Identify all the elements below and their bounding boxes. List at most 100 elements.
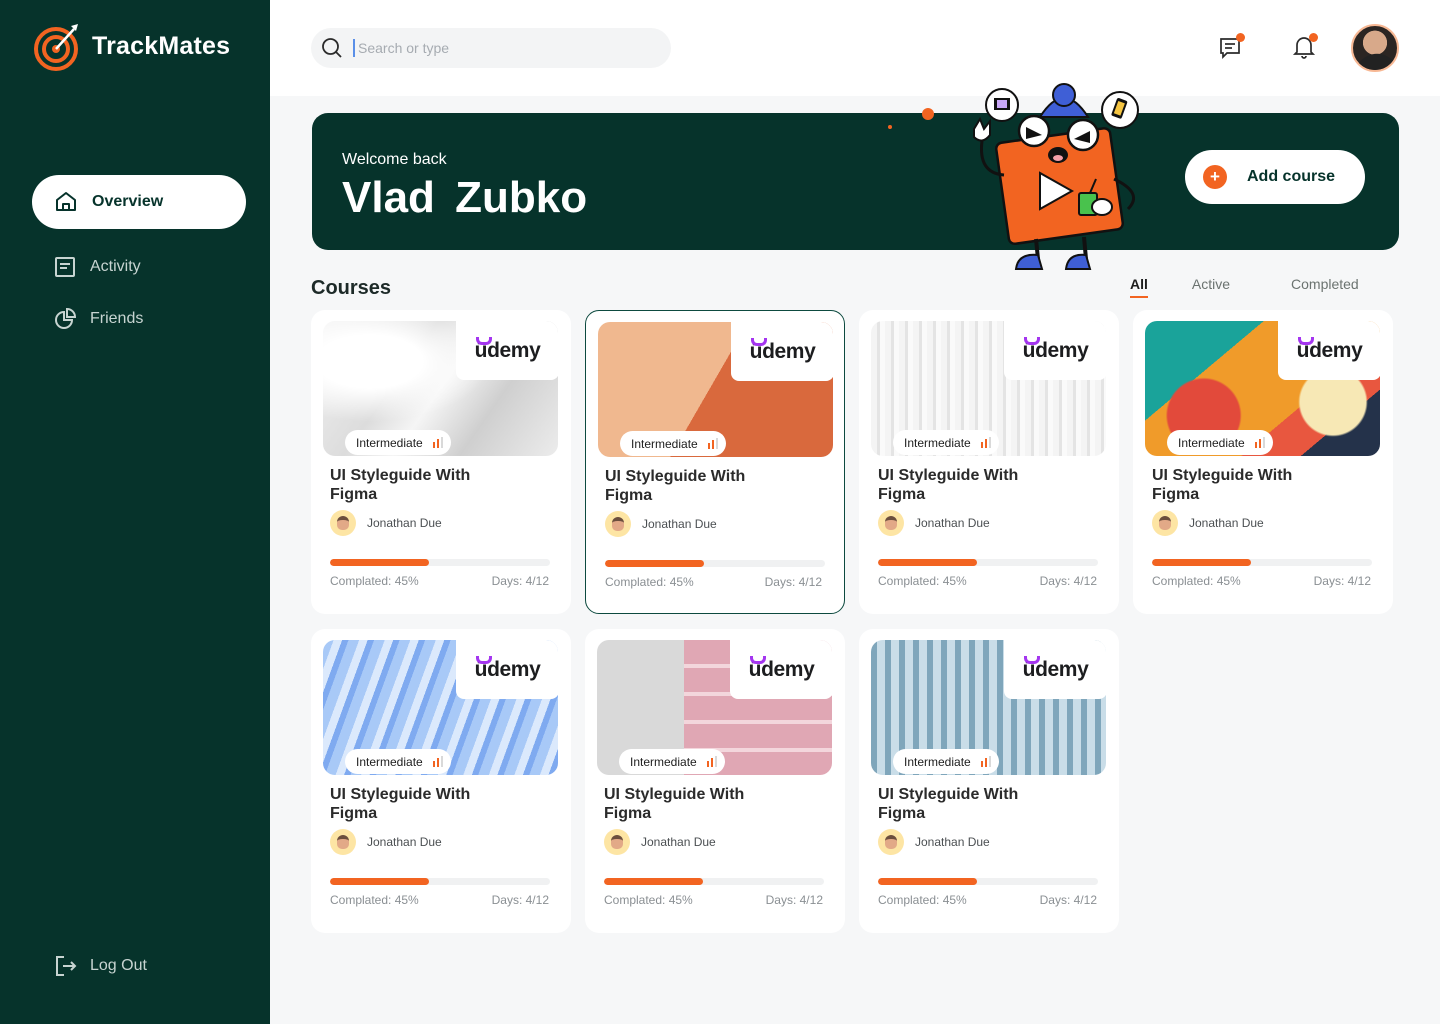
provider-logo: ūdemy — [1004, 640, 1106, 699]
progress-bar — [878, 559, 1098, 566]
author-avatar — [330, 510, 356, 536]
course-card[interactable]: ūdemy Intermediate UI Styleguide With Figm… — [311, 629, 571, 933]
level-bars-icon — [706, 756, 717, 767]
add-course-label: Add course — [1247, 168, 1336, 185]
progress-fill — [878, 559, 977, 566]
completed-stat: Complated: 45% — [330, 893, 419, 907]
course-title: UI Styleguide With Figma — [878, 786, 1019, 822]
sidebar-item-friends[interactable]: Friends — [32, 292, 246, 346]
completed-stat: Complated: 45% — [878, 574, 967, 588]
level-badge: Intermediate — [1167, 430, 1273, 455]
tab-active[interactable]: Active — [1192, 276, 1230, 298]
search-icon — [322, 38, 342, 58]
provider-logo: ūdemy — [456, 640, 558, 699]
progress-bar — [1152, 559, 1372, 566]
progress-fill — [604, 878, 703, 885]
user-name: Vlad Zubko — [342, 173, 588, 222]
level-label: Intermediate — [904, 754, 971, 769]
progress-bar — [604, 878, 824, 885]
author-name: Jonathan Due — [367, 835, 442, 849]
course-card[interactable]: ūdemy Intermediate UI Styleguide With Figm… — [585, 310, 845, 614]
progress-bar — [878, 878, 1098, 885]
course-author: Jonathan Due — [605, 511, 717, 537]
days-stat: Days: 4/12 — [491, 893, 549, 907]
level-label: Intermediate — [904, 435, 971, 450]
provider-logo: ūdemy — [731, 322, 833, 381]
provider-name: ūdemy — [749, 339, 816, 363]
author-name: Jonathan Due — [1189, 516, 1264, 530]
user-avatar[interactable] — [1351, 24, 1399, 72]
add-course-button[interactable]: + Add course — [1185, 150, 1365, 204]
course-title: UI Styleguide With Figma — [1152, 467, 1293, 503]
sidebar-item-overview[interactable]: Overview — [32, 175, 246, 229]
level-bars-icon — [707, 438, 718, 449]
progress-bar — [330, 559, 550, 566]
sidebar-item-label: Overview — [92, 193, 164, 210]
completed-stat: Complated: 45% — [1152, 574, 1241, 588]
completed-stat: Complated: 45% — [604, 893, 693, 907]
brand[interactable]: TrackMates — [34, 20, 230, 72]
sidebar-item-label: Activity — [90, 258, 141, 275]
progress-fill — [605, 560, 704, 567]
level-bars-icon — [980, 756, 991, 767]
tab-completed[interactable]: Completed — [1291, 276, 1359, 298]
progress-fill — [330, 878, 429, 885]
course-author: Jonathan Due — [330, 829, 442, 855]
provider-name: ūdemy — [474, 338, 541, 362]
messages-button[interactable] — [1218, 33, 1245, 60]
level-bars-icon — [432, 437, 443, 448]
course-thumbnail: ūdemy Intermediate — [871, 640, 1106, 775]
author-avatar — [605, 511, 631, 537]
provider-logo: ūdemy — [1278, 321, 1380, 380]
provider-logo: ūdemy — [456, 321, 558, 380]
course-card[interactable]: ūdemy Intermediate UI Styleguide With Figm… — [859, 629, 1119, 933]
level-badge: Intermediate — [345, 749, 451, 774]
course-author: Jonathan Due — [330, 510, 442, 536]
notifications-button[interactable] — [1291, 33, 1318, 60]
course-author: Jonathan Due — [604, 829, 716, 855]
logout-button[interactable]: Log Out — [54, 954, 147, 978]
course-filters: All Active Completed — [1130, 276, 1359, 298]
course-author: Jonathan Due — [878, 510, 990, 536]
days-stat: Days: 4/12 — [764, 575, 822, 589]
course-author: Jonathan Due — [878, 829, 990, 855]
course-card[interactable]: ūdemy Intermediate UI Styleguide With Figm… — [585, 629, 845, 933]
provider-name: ūdemy — [748, 657, 815, 681]
course-thumbnail: ūdemy Intermediate — [598, 322, 833, 457]
days-stat: Days: 4/12 — [765, 893, 823, 907]
sidebar-item-activity[interactable]: Activity — [32, 240, 246, 294]
level-bars-icon — [432, 756, 443, 767]
author-name: Jonathan Due — [642, 517, 717, 531]
course-author: Jonathan Due — [1152, 510, 1264, 536]
level-bars-icon — [1254, 437, 1265, 448]
level-label: Intermediate — [631, 436, 698, 451]
level-label: Intermediate — [1178, 435, 1245, 450]
level-badge: Intermediate — [345, 430, 451, 455]
welcome-text: Welcome back — [342, 151, 447, 168]
author-avatar — [878, 510, 904, 536]
course-card[interactable]: ūdemy Intermediate UI Styleguide With Figm… — [311, 310, 571, 614]
progress-bar — [330, 878, 550, 885]
level-label: Intermediate — [356, 435, 423, 450]
sidebar-item-label: Friends — [90, 310, 144, 327]
topbar — [270, 0, 1440, 96]
tab-all[interactable]: All — [1130, 276, 1148, 298]
author-avatar — [604, 829, 630, 855]
logout-icon — [56, 956, 77, 976]
days-stat: Days: 4/12 — [491, 574, 549, 588]
progress-fill — [878, 878, 977, 885]
author-name: Jonathan Due — [641, 835, 716, 849]
course-card[interactable]: ūdemy Intermediate UI Styleguide With Figm… — [1133, 310, 1393, 614]
course-title: UI Styleguide With Figma — [604, 786, 745, 822]
course-thumbnail: ūdemy Intermediate — [871, 321, 1106, 456]
search-bar[interactable] — [311, 28, 671, 68]
progress-fill — [330, 559, 429, 566]
search-input[interactable] — [353, 39, 643, 57]
course-card[interactable]: ūdemy Intermediate UI Styleguide With Figm… — [859, 310, 1119, 614]
provider-logo: ūdemy — [1004, 321, 1106, 380]
course-title: UI Styleguide With Figma — [330, 467, 471, 503]
level-badge: Intermediate — [620, 431, 726, 456]
course-thumbnail: ūdemy Intermediate — [597, 640, 832, 775]
course-title: UI Styleguide With Figma — [330, 786, 471, 822]
plus-icon: + — [1203, 165, 1227, 189]
